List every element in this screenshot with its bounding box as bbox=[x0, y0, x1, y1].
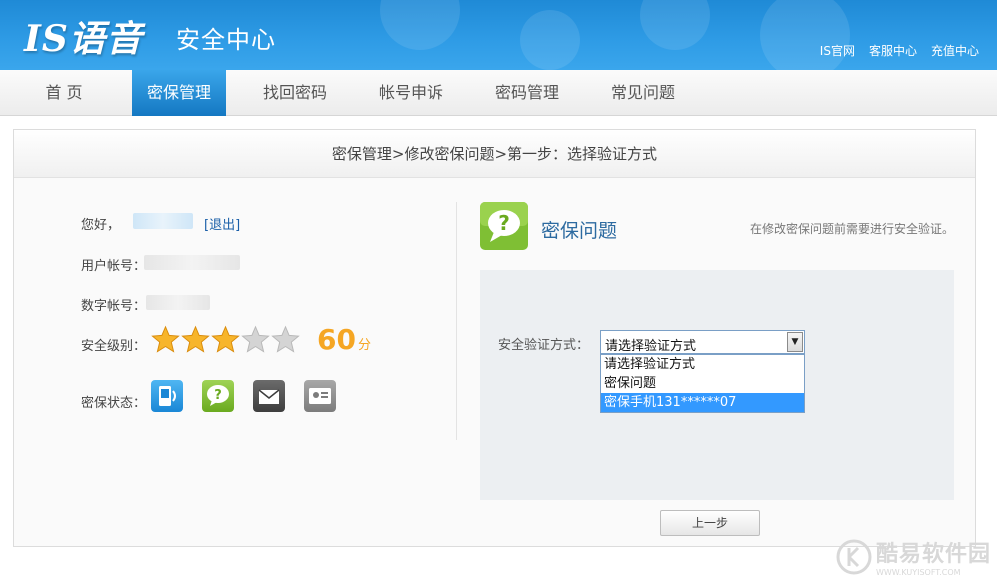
mobile-phone-icon[interactable] bbox=[151, 380, 183, 412]
nav-recover-password[interactable]: 找回密码 bbox=[248, 70, 342, 116]
header-decoration bbox=[760, 0, 850, 70]
content-panel: 密保管理>修改密保问题>第一步：选择验证方式 您好， [退出] 用户帐号： 数字… bbox=[13, 129, 976, 547]
verify-method-dropdown: 请选择验证方式 密保问题 密保手机131******07 bbox=[600, 354, 805, 413]
link-recharge[interactable]: 充值中心 bbox=[931, 42, 979, 59]
top-links: IS官网 客服中心 充值中心 bbox=[820, 42, 979, 59]
username-redacted bbox=[133, 213, 193, 229]
nav-account-appeal[interactable]: 帐号申诉 bbox=[364, 70, 458, 116]
watermark: 酷易软件园 WWW.KUYISOFT.COM bbox=[836, 536, 991, 577]
header-decoration bbox=[520, 10, 580, 70]
chevron-down-icon[interactable]: ▼ bbox=[787, 332, 803, 352]
link-official-site[interactable]: IS官网 bbox=[820, 42, 855, 59]
user-account-label: 用户帐号： bbox=[81, 259, 147, 274]
nav-home[interactable]: 首 页 bbox=[20, 70, 108, 116]
score-unit: 分 bbox=[357, 338, 371, 353]
dropdown-option-highlighted[interactable]: 密保手机131******07 bbox=[601, 393, 804, 412]
link-customer-service[interactable]: 客服中心 bbox=[869, 42, 917, 59]
star-filled-icon bbox=[151, 325, 180, 353]
prev-step-button[interactable]: 上一步 bbox=[660, 510, 760, 536]
id-card-icon[interactable] bbox=[304, 380, 336, 412]
score-value: 60 bbox=[317, 323, 356, 356]
digital-account-label: 数字帐号： bbox=[81, 299, 147, 314]
protection-status-icons: ? bbox=[151, 380, 336, 412]
greeting-label: 您好， bbox=[81, 218, 121, 233]
security-question-icon[interactable]: ? bbox=[202, 380, 234, 412]
watermark-text: 酷易软件园 WWW.KUYISOFT.COM bbox=[876, 536, 991, 577]
site-subtitle: 安全中心 bbox=[176, 26, 276, 54]
header-decoration bbox=[640, 0, 710, 50]
nav-security-management[interactable]: 密保管理 bbox=[132, 70, 226, 116]
digital-account-redacted bbox=[146, 295, 210, 310]
verify-method-label: 安全验证方式： bbox=[498, 338, 590, 353]
verify-box: 安全验证方式： 请选择验证方式 ▼ 请选择验证方式 密保问题 密保手机131**… bbox=[480, 270, 954, 500]
security-level-label: 安全级别： bbox=[81, 339, 147, 354]
user-account-redacted bbox=[144, 255, 240, 270]
nav-password-management[interactable]: 密码管理 bbox=[480, 70, 574, 116]
star-empty-icon bbox=[241, 325, 270, 353]
star-filled-icon bbox=[211, 325, 240, 353]
section-note: 在修改密保问题前需要进行安全验证。 bbox=[750, 222, 955, 236]
column-divider bbox=[456, 202, 457, 440]
dropdown-option[interactable]: 密保问题 bbox=[601, 374, 804, 393]
protection-status-label: 密保状态： bbox=[81, 396, 147, 411]
site-header: IS语音 安全中心 IS官网 客服中心 充值中心 bbox=[0, 0, 997, 70]
watermark-logo-icon bbox=[836, 539, 872, 574]
svg-text:?: ? bbox=[214, 388, 222, 403]
star-filled-icon bbox=[181, 325, 210, 353]
star-empty-icon bbox=[271, 325, 300, 353]
section-title: 密保问题 bbox=[541, 220, 618, 242]
watermark-url: WWW.KUYISOFT.COM bbox=[875, 568, 961, 577]
breadcrumb: 密保管理>修改密保问题>第一步：选择验证方式 bbox=[14, 130, 975, 178]
select-current-value: 请选择验证方式 bbox=[605, 339, 697, 354]
main-nav: 首 页 密保管理 找回密码 帐号申诉 密码管理 常见问题 bbox=[0, 70, 997, 116]
site-logo[interactable]: IS语音 bbox=[24, 10, 143, 62]
verify-method-select[interactable]: 请选择验证方式 ▼ bbox=[600, 330, 805, 354]
watermark-brand: 酷易软件园 bbox=[875, 542, 991, 567]
svg-text:?: ? bbox=[498, 211, 510, 235]
nav-faq[interactable]: 常见问题 bbox=[596, 70, 690, 116]
security-score: 60 分 bbox=[317, 323, 371, 356]
email-icon[interactable] bbox=[253, 380, 285, 412]
logout-link[interactable]: [退出] bbox=[204, 214, 240, 233]
security-stars bbox=[151, 325, 300, 354]
header-decoration bbox=[380, 0, 460, 50]
security-question-icon: ? bbox=[480, 202, 528, 250]
dropdown-option[interactable]: 请选择验证方式 bbox=[601, 355, 804, 374]
